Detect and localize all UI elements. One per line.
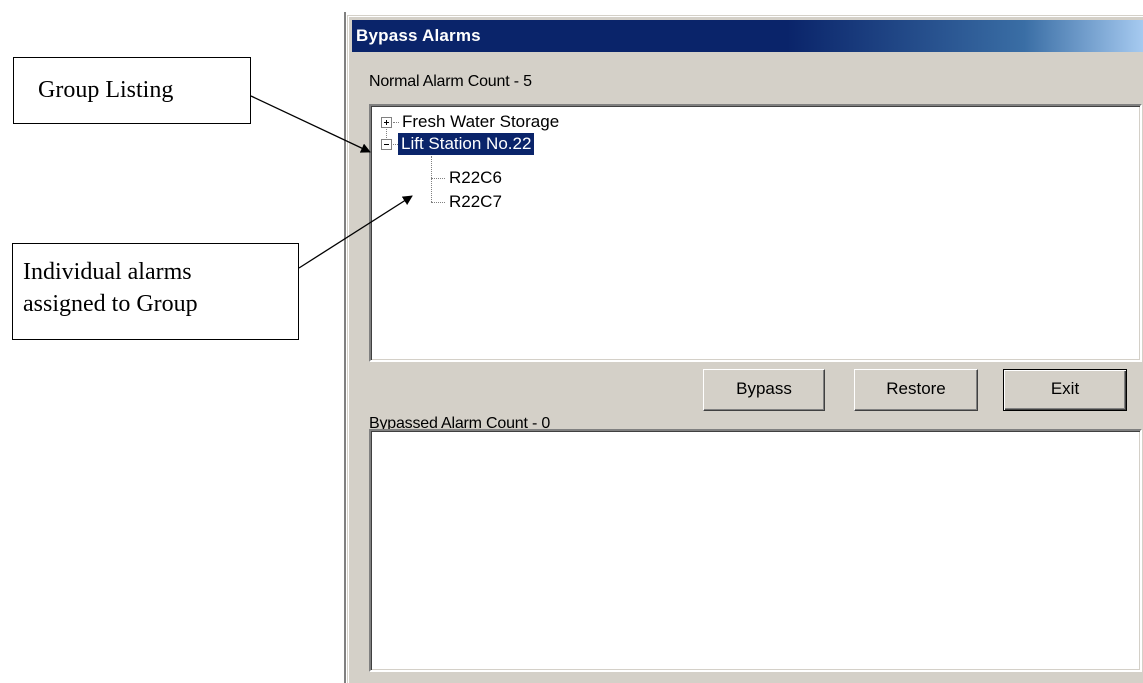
tree-connector: [431, 178, 445, 180]
normal-alarm-count-label: Normal Alarm Count - 5: [369, 73, 532, 90]
callout-individual-line-1: Individual alarms: [23, 259, 192, 285]
restore-button[interactable]: Restore: [854, 369, 978, 411]
title-bar[interactable]: Bypass Alarms: [352, 20, 1143, 52]
tree-item-label: Fresh Water Storage: [402, 112, 560, 131]
collapse-minus-icon[interactable]: [381, 139, 392, 150]
callout-individual-alarms: Individual alarms assigned to Group: [12, 243, 299, 340]
tree-item-label: R22C6: [449, 168, 502, 187]
expand-plus-icon[interactable]: [381, 117, 392, 128]
tree-connector: [431, 202, 445, 204]
dialog-title: Bypass Alarms: [356, 26, 481, 45]
normal-alarm-tree[interactable]: Fresh Water Storage Lift Station No.22 R…: [369, 104, 1142, 362]
exit-button[interactable]: Exit: [1003, 369, 1127, 411]
tree-item-label: R22C7: [449, 192, 502, 211]
callout-individual-line-2: assigned to Group: [23, 291, 198, 317]
tree-connector: [386, 129, 388, 138]
callout-group-listing: Group Listing: [13, 57, 251, 124]
page: Group Listing Individual alarms assigned…: [0, 0, 1143, 683]
bypass-alarms-dialog: Bypass Alarms Normal Alarm Count - 5 Fre…: [344, 12, 1143, 683]
callout-group-listing-text: Group Listing: [38, 77, 174, 103]
bypassed-alarm-list[interactable]: [369, 429, 1142, 672]
bypass-button[interactable]: Bypass: [703, 369, 825, 411]
tree-item-label-selected: Lift Station No.22: [398, 133, 535, 155]
